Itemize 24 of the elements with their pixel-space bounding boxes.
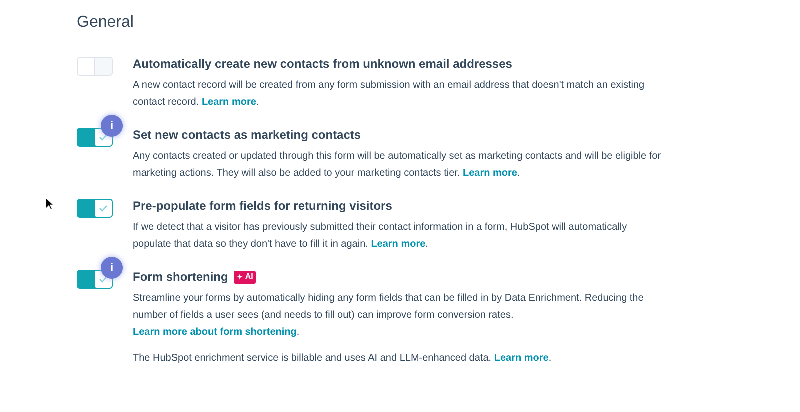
setting-description: If we detect that a visitor has previously submitted their contact information in a form, HubSpot will automatically populate that data so they don't have to fill it in again. Learn more. bbox=[133, 221, 628, 252]
info-marker[interactable]: i bbox=[101, 257, 123, 279]
learn-more-link[interactable]: Learn more bbox=[371, 239, 426, 250]
learn-more-link[interactable]: Learn more bbox=[462, 168, 518, 179]
setting-description: The HubSpot enrichment service is billable and uses AI and LLM-enhanced data. Learn more. bbox=[133, 352, 553, 366]
learn-more-link[interactable]: Learn more bbox=[202, 97, 256, 108]
setting-title: Form shortening bbox=[133, 269, 228, 285]
ai-badge: AI bbox=[234, 270, 256, 284]
info-marker[interactable]: i bbox=[101, 115, 123, 137]
learn-more-link[interactable]: Learn more bbox=[494, 353, 549, 364]
toggle-switch[interactable] bbox=[77, 199, 113, 218]
check-icon bbox=[99, 134, 108, 141]
setting-description: Any contacts created or updated through this form will be automatically set as marketing contacts and will be eligible for marketing actions. They will also be added to your marketing contacts tier. Learn more. bbox=[133, 150, 662, 181]
setting-description: A new contact record will be created from any form submission with an email address that doesn't match an existing contact record. Learn more. bbox=[133, 79, 646, 110]
sparkle-icon bbox=[237, 274, 244, 280]
setting-title: Pre-populate form fields for returning visitors bbox=[133, 198, 392, 214]
setting-title: Set new contacts as marketing contacts bbox=[133, 127, 362, 143]
setting-title: Automatically create new contacts from unknown email addresses bbox=[133, 56, 512, 72]
check-icon bbox=[99, 205, 108, 212]
mouse-cursor-icon bbox=[45, 197, 54, 211]
learn-more-link[interactable]: Learn more about form shortening bbox=[133, 327, 297, 338]
check-icon bbox=[99, 276, 108, 283]
section-title: General bbox=[77, 13, 135, 33]
setting-description: Streamline your forms by automatically hiding any form fields that can be filled in by Data Enrichment. Reducing the number of fields a user sees (and needs to fill out) can improve form conversion rates. Learn more about form shortening. bbox=[133, 292, 645, 340]
